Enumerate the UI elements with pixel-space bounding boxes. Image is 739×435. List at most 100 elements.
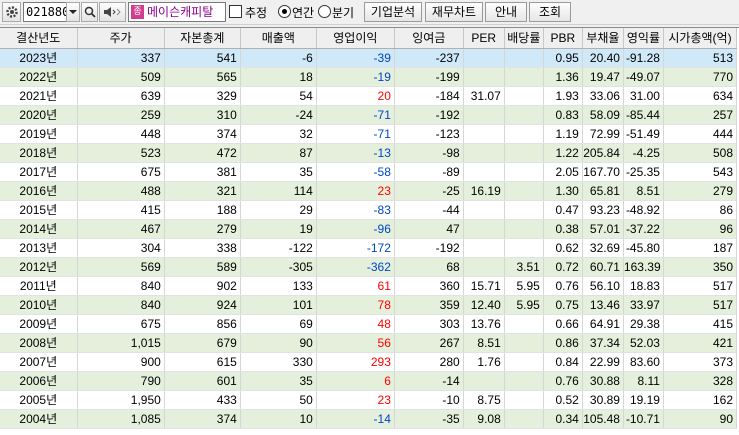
surplus-cell: -98 (394, 143, 464, 163)
financial-table: 결산년도 주가 자본총계 매출액 영업이익 잉여금 PER 배당률 PBR 부채율 영익률 시가총액(… (0, 28, 738, 429)
dividend-cell (504, 86, 544, 106)
table-row[interactable]: 2014년 467 279 19 -96 47 0.38 57.01 -37.22 96 (0, 219, 738, 239)
sales-cell: -6 (240, 48, 317, 68)
settings-gear-icon[interactable] (2, 2, 21, 22)
dividend-cell (504, 105, 544, 125)
operating-profit-cell: 6 (316, 371, 395, 391)
speaker-icon[interactable] (99, 2, 126, 22)
stock-name-field[interactable]: 종 메이슨캐피탈 (128, 2, 226, 22)
year-cell: 2013년 (0, 238, 78, 258)
op-margin-cell: 83.60 (623, 352, 664, 372)
table-row[interactable]: 2005년 1,950 433 50 23 -10 8.75 0.52 30.89 19.19 16… (0, 390, 738, 410)
per-cell: 1.76 (463, 352, 505, 372)
operating-profit-cell: -71 (316, 105, 395, 125)
table-row[interactable]: 2010년 840 924 101 78 359 12.40 5.95 0.75 13.46 33.… (0, 295, 738, 315)
op-margin-cell: -49.07 (623, 67, 664, 87)
table-row[interactable]: 2021년 639 329 54 20 -184 31.07 1.93 33.06 31.00 63… (0, 86, 738, 106)
sales-cell: 54 (240, 86, 317, 106)
pbr-cell: 0.76 (543, 371, 583, 391)
column-header[interactable]: PER (463, 28, 505, 49)
column-header[interactable]: 시가총액(억) (663, 28, 738, 49)
market-cap-cell: 513 (663, 48, 738, 68)
equity-cell: 565 (164, 67, 241, 87)
table-row[interactable]: 2017년 675 381 35 -58 -89 2.05 167.70 -25.35 543 (0, 162, 738, 182)
column-header[interactable]: 영익률 (623, 28, 664, 49)
quarter-radio[interactable] (318, 5, 331, 18)
equity-cell: 902 (164, 276, 241, 296)
table-row[interactable]: 2018년 523 472 87 -13 -98 1.22 205.84 -4.25 508 (0, 143, 738, 163)
dividend-cell: 5.95 (504, 276, 544, 296)
equity-cell: 433 (164, 390, 241, 410)
table-row[interactable]: 2012년 569 589 -305 -362 68 3.51 0.72 60.71 163.39… (0, 257, 738, 277)
dividend-cell: 3.51 (504, 257, 544, 277)
equity-cell: 381 (164, 162, 241, 182)
equity-cell: 374 (164, 124, 241, 144)
debt-ratio-cell: 13.46 (582, 295, 624, 315)
search-icon[interactable] (81, 2, 98, 22)
column-header[interactable]: 배당률 (504, 28, 544, 49)
op-margin-cell: -85.44 (623, 105, 664, 125)
dividend-cell (504, 409, 544, 429)
market-cap-cell: 162 (663, 390, 738, 410)
surplus-cell: -89 (394, 162, 464, 182)
price-cell: 488 (77, 181, 165, 201)
table-row[interactable]: 2015년 415 188 29 -83 -44 0.47 93.23 -48.92 86 (0, 200, 738, 220)
dividend-cell (504, 390, 544, 410)
operating-profit-cell: 61 (316, 276, 395, 296)
column-header[interactable]: 결산년도 (0, 28, 78, 49)
debt-ratio-cell: 64.91 (582, 314, 624, 334)
dividend-cell (504, 181, 544, 201)
year-cell: 2011년 (0, 276, 78, 296)
year-cell: 2014년 (0, 219, 78, 239)
surplus-cell: -35 (394, 409, 464, 429)
year-cell: 2015년 (0, 200, 78, 220)
estimate-checkbox[interactable] (229, 5, 242, 18)
year-cell: 2018년 (0, 143, 78, 163)
surplus-cell: -44 (394, 200, 464, 220)
table-row[interactable]: 2006년 790 601 35 6 -14 0.76 30.88 8.11 328 (0, 371, 738, 391)
market-cap-cell: 90 (663, 409, 738, 429)
table-row[interactable]: 2023년 337 541 -6 -39 -237 0.95 20.40 -91.28 513 (0, 48, 738, 68)
sales-cell: 10 (240, 409, 317, 429)
column-header[interactable]: 영업이익 (316, 28, 395, 49)
sales-cell: 101 (240, 295, 317, 315)
table-row[interactable]: 2016년 488 321 114 23 -25 16.19 1.30 65.81 8.51 279 (0, 181, 738, 201)
column-header[interactable]: 주가 (77, 28, 165, 49)
column-header[interactable]: 자본총계 (164, 28, 241, 49)
code-dropdown-chevron-down-icon[interactable] (66, 2, 80, 22)
price-cell: 1,015 (77, 333, 165, 353)
company-analysis-button[interactable]: 기업분석 (364, 2, 422, 22)
year-cell: 2022년 (0, 67, 78, 87)
debt-ratio-cell: 105.48 (582, 409, 624, 429)
price-cell: 840 (77, 276, 165, 296)
stock-code-input[interactable]: 021880 (23, 2, 69, 22)
column-header[interactable]: 부채율 (582, 28, 624, 49)
column-header[interactable]: 잉여금 (394, 28, 464, 49)
op-margin-cell: -10.71 (623, 409, 664, 429)
sales-cell: 330 (240, 352, 317, 372)
dividend-cell (504, 67, 544, 87)
table-row[interactable]: 2011년 840 902 133 61 360 15.71 5.95 0.76 56.10 18.… (0, 276, 738, 296)
op-margin-cell: 18.83 (623, 276, 664, 296)
guide-button[interactable]: 안내 (485, 2, 527, 22)
table-row[interactable]: 2007년 900 615 330 293 280 1.76 0.84 22.99 83.60 37… (0, 352, 738, 372)
price-cell: 304 (77, 238, 165, 258)
pbr-cell: 0.52 (543, 390, 583, 410)
table-row[interactable]: 2004년 1,085 374 10 -14 -35 9.08 0.34 105.48 -10.7… (0, 409, 738, 429)
financial-chart-button[interactable]: 재무차트 (425, 2, 483, 22)
table-row[interactable]: 2008년 1,015 679 90 56 267 8.51 0.86 37.34 52.03 42… (0, 333, 738, 353)
table-row[interactable]: 2013년 304 338 -122 -172 -192 0.62 32.69 -45.80 18… (0, 238, 738, 258)
table-row[interactable]: 2022년 509 565 18 -19 -199 1.36 19.47 -49.07 770 (0, 67, 738, 87)
per-cell (463, 124, 505, 144)
per-cell (463, 257, 505, 277)
column-header[interactable]: PBR (543, 28, 583, 49)
equity-cell: 374 (164, 409, 241, 429)
column-header[interactable]: 매출액 (240, 28, 317, 49)
table-row[interactable]: 2009년 675 856 69 48 303 13.76 0.66 64.91 29.38 415 (0, 314, 738, 334)
financial-grid[interactable]: 결산년도 주가 자본총계 매출액 영업이익 잉여금 PER 배당률 PBR 부채율 영익률 시가총액(… (0, 27, 739, 435)
annual-radio[interactable] (278, 5, 291, 18)
table-row[interactable]: 2019년 448 374 32 -71 -123 1.19 72.99 -51.49 444 (0, 124, 738, 144)
search-button[interactable]: 조회 (529, 2, 571, 22)
table-row[interactable]: 2020년 259 310 -24 -71 -192 0.83 58.09 -85.44 257 (0, 105, 738, 125)
per-cell: 15.71 (463, 276, 505, 296)
